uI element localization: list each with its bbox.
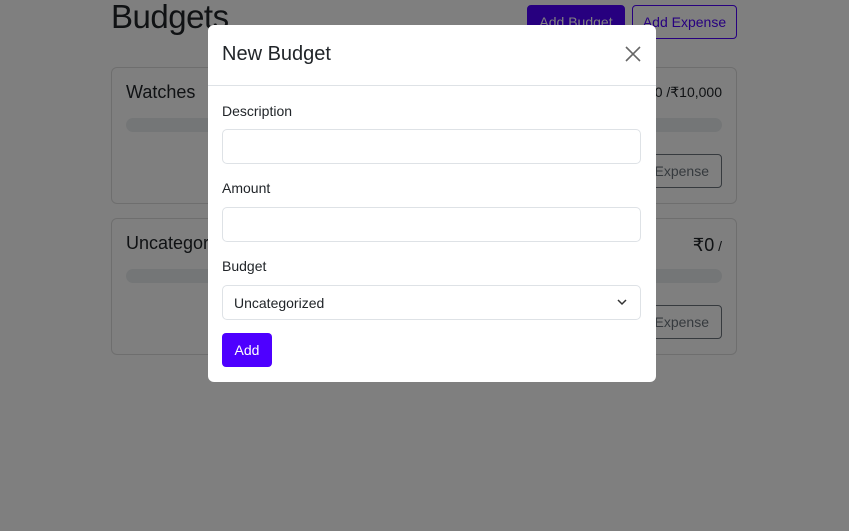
modal-title: New Budget: [222, 43, 331, 65]
amount-input[interactable]: [222, 207, 641, 242]
modal-header: New Budget: [208, 25, 656, 86]
budget-select[interactable]: Uncategorized: [222, 285, 641, 320]
amount-label: Amount: [222, 180, 271, 196]
budget-select-value: Uncategorized: [234, 294, 325, 311]
budget-label: Budget: [222, 258, 267, 274]
description-label: Description: [222, 103, 293, 119]
new-budget-modal: New Budget Description Amount Budget Unc…: [208, 25, 656, 382]
description-input[interactable]: [222, 129, 641, 164]
chevron-down-icon: [617, 299, 627, 306]
close-icon[interactable]: [624, 45, 642, 63]
add-button[interactable]: Add: [222, 333, 272, 367]
